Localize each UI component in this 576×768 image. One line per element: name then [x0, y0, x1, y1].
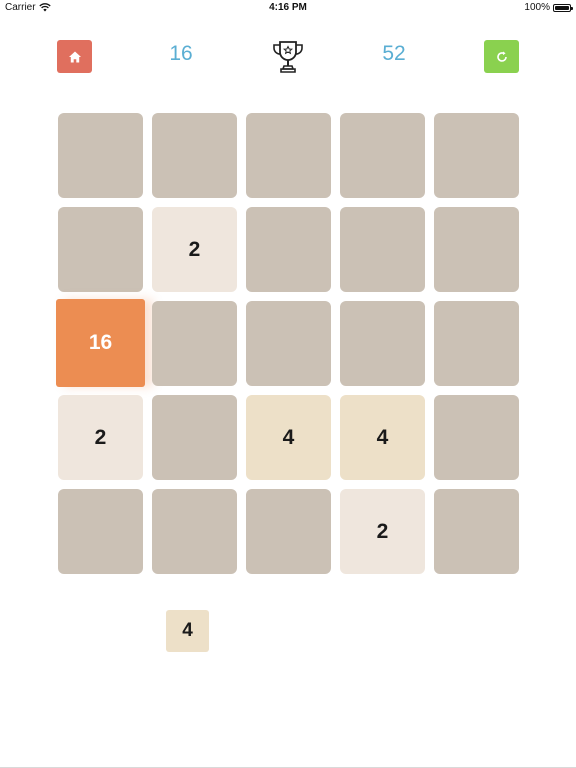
empty-cell [434, 113, 519, 198]
empty-cell [246, 489, 331, 574]
empty-cell [340, 113, 425, 198]
empty-cell [58, 489, 143, 574]
empty-cell [246, 113, 331, 198]
empty-cell [152, 395, 237, 480]
tile-16: 16 [56, 299, 145, 387]
game-board: 2 16 2 4 4 2 [0, 0, 576, 600]
empty-cell [434, 207, 519, 292]
empty-cell [340, 207, 425, 292]
empty-cell [434, 395, 519, 480]
empty-cell [434, 489, 519, 574]
empty-cell [340, 301, 425, 386]
game-screen: Carrier 4:16 PM 100% 16 52 2 16 2 4 4 2 … [0, 0, 576, 768]
empty-cell [58, 207, 143, 292]
empty-cell [246, 207, 331, 292]
tile-4: 4 [340, 395, 425, 480]
empty-cell [152, 301, 237, 386]
tile-2: 2 [340, 489, 425, 574]
tile-2: 2 [152, 207, 237, 292]
next-tile: 4 [166, 610, 209, 652]
empty-cell [152, 489, 237, 574]
empty-cell [246, 301, 331, 386]
empty-cell [152, 113, 237, 198]
empty-cell [434, 301, 519, 386]
tile-4: 4 [246, 395, 331, 480]
empty-cell [58, 113, 143, 198]
tile-2: 2 [58, 395, 143, 480]
